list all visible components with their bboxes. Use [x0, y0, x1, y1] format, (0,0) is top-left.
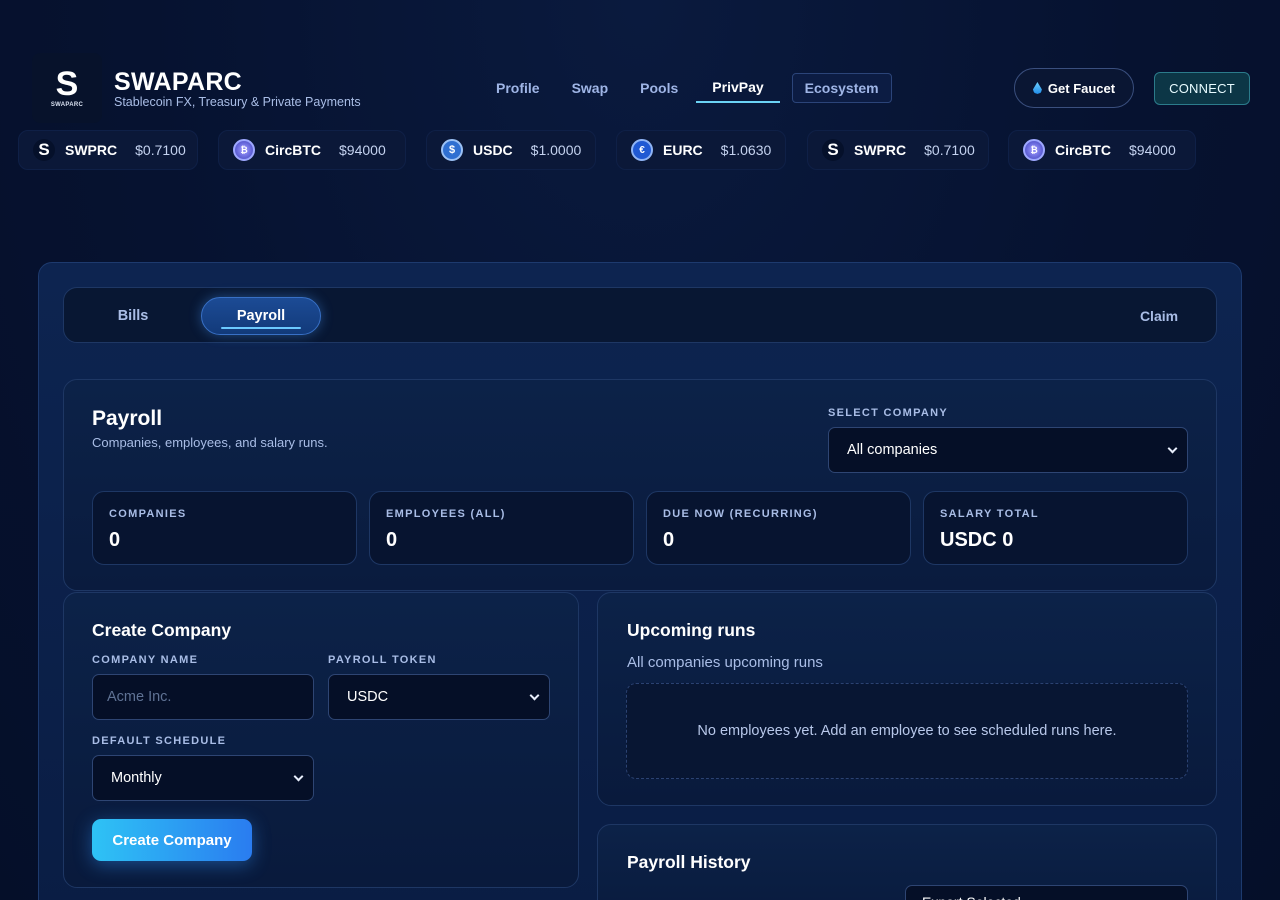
ticker-symbol: EURC [663, 142, 703, 158]
create-company-title: Create Company [92, 620, 232, 640]
ticker-price: $1.0000 [530, 142, 582, 158]
tab-bills[interactable]: Bills [104, 297, 162, 335]
bitcoin-icon: ₿ [1023, 139, 1045, 161]
stat-label: EMPLOYEES (ALL) [386, 508, 506, 520]
ticker-item: $ USDC $1.0000 [426, 130, 596, 170]
select-company-value: All companies [847, 442, 938, 458]
logo-letter: S [55, 64, 79, 103]
ticker-item: S SWPRC $0.7100 [18, 130, 198, 170]
upcoming-runs-empty-state: No employees yet. Add an employee to see… [626, 683, 1188, 779]
select-company-dropdown[interactable]: All companies [828, 427, 1188, 473]
payroll-token-label: PAYROLL TOKEN [328, 654, 437, 666]
nav-pools[interactable]: Pools [624, 73, 694, 103]
create-company-button[interactable]: Create Company [92, 819, 252, 861]
swaparc-icon: S [822, 139, 844, 161]
ticker-item: S SWPRC $0.7100 [807, 130, 989, 170]
stat-companies: COMPANIES 0 [92, 491, 357, 565]
ticker-symbol: CircBTC [265, 142, 322, 158]
chevron-down-icon [293, 771, 304, 782]
stat-label: DUE NOW (RECURRING) [663, 508, 818, 520]
company-name-input[interactable]: Acme Inc. [92, 674, 314, 720]
select-company-label: SELECT COMPANY [828, 407, 949, 419]
get-faucet-button[interactable]: Get Faucet [1014, 68, 1134, 108]
ticker-price: $1.0630 [720, 142, 772, 158]
swaparc-icon: S [33, 139, 55, 161]
nav-swap[interactable]: Swap [556, 73, 625, 103]
price-ticker: S SWPRC $0.7100 ₿ CircBTC $94000 $ USDC … [0, 130, 1280, 170]
ticker-item: € EURC $1.0630 [616, 130, 786, 170]
privpay-tabs: Bills Payroll Claim [63, 287, 1217, 343]
ticker-price: $0.7100 [924, 142, 975, 158]
logo-wordmark: SWAPARC [50, 101, 84, 108]
chevron-down-icon [1167, 443, 1178, 454]
nav-privpay[interactable]: PrivPay [696, 73, 780, 103]
app-header: S SWAPARC SWAPARC Stablecoin FX, Treasur… [0, 0, 1280, 125]
company-name-label: COMPANY NAME [92, 654, 199, 666]
stat-value: 0 [109, 529, 121, 551]
chevron-down-icon [529, 690, 540, 701]
page-subtitle: Companies, employees, and salary runs. [92, 435, 328, 450]
stat-value: USDC 0 [940, 529, 1014, 551]
default-schedule-select[interactable]: Monthly [92, 755, 314, 801]
page-title: Payroll [92, 407, 163, 430]
brand-title: SWAPARC [114, 68, 243, 96]
usdc-icon: $ [441, 139, 463, 161]
main-nav: Profile Swap Pools PrivPay Ecosystem [480, 72, 892, 104]
payroll-token-select[interactable]: USDC [328, 674, 550, 720]
stat-label: SALARY TOTAL [940, 508, 1039, 520]
stat-salary-total: SALARY TOTAL USDC 0 [923, 491, 1188, 565]
nav-profile[interactable]: Profile [480, 73, 556, 103]
ticker-item: ₿ CircBTC $94000 [1008, 130, 1196, 170]
stat-value: 0 [386, 529, 398, 551]
stat-label: COMPANIES [109, 508, 187, 520]
connect-wallet-button[interactable]: CONNECT [1154, 72, 1250, 105]
brand-logo[interactable]: S SWAPARC [32, 53, 102, 123]
ticker-symbol: USDC [473, 142, 513, 158]
stat-value: 0 [663, 529, 675, 551]
tab-payroll[interactable]: Payroll [201, 297, 321, 335]
history-export-select[interactable]: Export Selected [905, 885, 1188, 900]
ticker-symbol: SWPRC [854, 142, 907, 158]
ticker-symbol: SWPRC [65, 142, 118, 158]
ticker-symbol: CircBTC [1055, 142, 1112, 158]
upcoming-runs-subtitle: All companies upcoming runs [627, 654, 823, 671]
get-faucet-label: Get Faucet [1047, 80, 1116, 96]
ticker-item: ₿ CircBTC $94000 [218, 130, 406, 170]
default-schedule-label: DEFAULT SCHEDULE [92, 735, 227, 747]
tab-claim[interactable]: Claim [1134, 297, 1184, 335]
payroll-token-value: USDC [347, 689, 389, 705]
default-schedule-value: Monthly [111, 770, 162, 786]
ticker-price: $94000 [339, 142, 386, 158]
bitcoin-icon: ₿ [233, 139, 255, 161]
payroll-history-title: Payroll History [627, 852, 751, 872]
upcoming-runs-title: Upcoming runs [627, 620, 756, 640]
brand-subtitle: Stablecoin FX, Treasury & Private Paymen… [114, 95, 361, 109]
stat-employees: EMPLOYEES (ALL) 0 [369, 491, 634, 565]
stat-due-now: DUE NOW (RECURRING) 0 [646, 491, 911, 565]
ticker-price: $94000 [1129, 142, 1176, 158]
water-drop-icon [1032, 82, 1042, 94]
ticker-price: $0.7100 [135, 142, 186, 158]
nav-ecosystem[interactable]: Ecosystem [791, 73, 892, 103]
eurc-icon: € [631, 139, 653, 161]
